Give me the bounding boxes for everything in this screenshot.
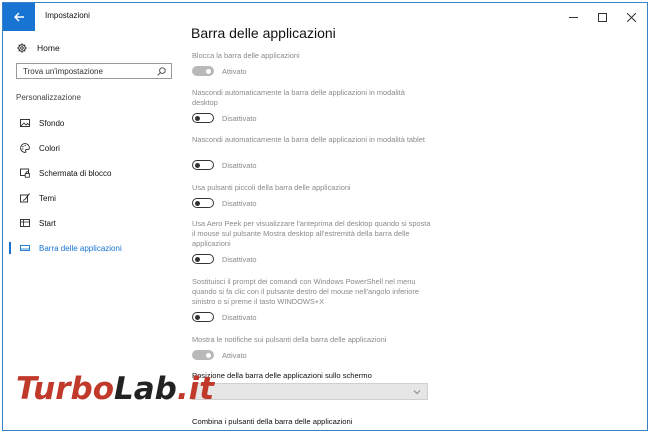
setting-description: Usa pulsanti piccoli della barra delle a… [192,183,351,192]
setting-autohide-desktop: Nascondi automaticamente la barra delle … [192,88,432,123]
search-input[interactable]: Trova un'impostazione [16,63,172,79]
home-label: Home [37,43,60,53]
toggle-switch[interactable] [192,254,214,264]
setting-description: Nascondi automaticamente la barra delle … [192,88,405,107]
toggle-state: Disattivato [222,312,257,322]
turbolab-watermark: Turbo Lab .it [16,371,214,407]
setting-small-buttons: Usa pulsanti piccoli della barra delle a… [192,183,432,208]
setting-powershell: Sostituisci il prompt dei comandi con Wi… [192,277,432,322]
position-label: Posizione della barra delle applicazioni… [192,371,372,380]
setting-lock-taskbar: Blocca la barra delle applicazioni Attiv… [192,51,432,76]
toggle-state: Disattivato [222,113,257,123]
palette-icon [20,143,30,153]
page-title: Barra delle applicazioni [191,25,336,41]
toggle-state: Attivato [222,66,247,76]
lock-screen-icon [20,168,30,178]
settings-window: Impostazioni Home Trova un'impostazione … [2,2,648,431]
arrow-left-icon [14,12,24,22]
minimize-icon [568,16,578,18]
toggle-switch[interactable] [192,312,214,322]
close-icon [626,12,636,22]
sidebar-item-sfondo[interactable]: Sfondo [9,114,181,132]
sidebar-item-barra-delle-applicazioni[interactable]: Barra delle applicazioni [9,239,181,257]
toggle-row[interactable]: Disattivato [192,113,257,123]
window-title: Impostazioni [45,11,90,20]
toggle-switch[interactable] [192,66,214,76]
chevron-down-icon [413,390,421,395]
toggle-switch[interactable] [192,113,214,123]
toggle-switch[interactable] [192,350,214,360]
sidebar-item-temi[interactable]: Temi [9,189,181,207]
toggle-state: Disattivato [222,254,257,264]
taskbar-icon [20,243,30,253]
search-icon [157,67,166,76]
toggle-state: Disattivato [222,160,257,170]
minimize-button[interactable] [559,3,587,31]
combine-label: Combina i pulsanti della barra delle app… [192,417,353,426]
sidebar-item-colori[interactable]: Colori [9,139,181,157]
toggle-state: Disattivato [222,198,257,208]
brush-icon [20,193,30,203]
maximize-button[interactable] [588,3,616,31]
toggle-row[interactable]: Attivato [192,350,247,360]
setting-autohide-tablet: Nascondi automaticamente la barra delle … [192,135,432,170]
section-label: Personalizzazione [16,93,81,102]
toggle-row[interactable]: Disattivato [192,254,257,264]
sidebar-item-label: Colori [39,143,60,153]
search-placeholder: Trova un'impostazione [23,66,103,76]
sidebar-item-label: Schermata di blocco [39,168,112,178]
toggle-row[interactable]: Disattivato [192,312,257,322]
sidebar-item-schermata-di-blocco[interactable]: Schermata di blocco [9,164,181,182]
toggle-switch[interactable] [192,198,214,208]
start-icon [20,218,30,228]
setting-description: Nascondi automaticamente la barra delle … [192,135,425,144]
sidebar-item-label: Sfondo [39,118,65,128]
close-button[interactable] [617,3,645,31]
sidebar-item-label: Start [39,218,56,228]
setting-aero-peek: Usa Aero Peek per visualizzare l'antepri… [192,219,432,264]
toggle-switch[interactable] [192,160,214,170]
toggle-row[interactable]: Disattivato [192,160,257,170]
toggle-row[interactable]: Disattivato [192,198,257,208]
toggle-state: Attivato [222,350,247,360]
toggle-row[interactable]: Attivato [192,66,247,76]
sidebar-item-label: Barra delle applicazioni [39,243,122,253]
setting-description: Mostra le notifiche sui pulsanti della b… [192,335,387,344]
image-icon [20,118,30,128]
setting-badges: Mostra le notifiche sui pulsanti della b… [192,335,432,360]
setting-description: Usa Aero Peek per visualizzare l'antepri… [192,219,431,248]
watermark-part: Turbo [16,371,114,407]
watermark-part: .it [176,371,215,407]
gear-icon [17,43,27,53]
sidebar-item-label: Temi [39,193,56,203]
watermark-part: Lab [114,371,177,407]
sidebar-item-start[interactable]: Start [9,214,181,232]
home-nav-item[interactable]: Home [17,41,60,55]
position-dropdown[interactable] [192,383,428,400]
setting-description: Sostituisci il prompt dei comandi con Wi… [192,277,419,306]
maximize-icon [597,12,607,22]
setting-description: Blocca la barra delle applicazioni [192,51,300,60]
back-button[interactable] [3,3,35,31]
